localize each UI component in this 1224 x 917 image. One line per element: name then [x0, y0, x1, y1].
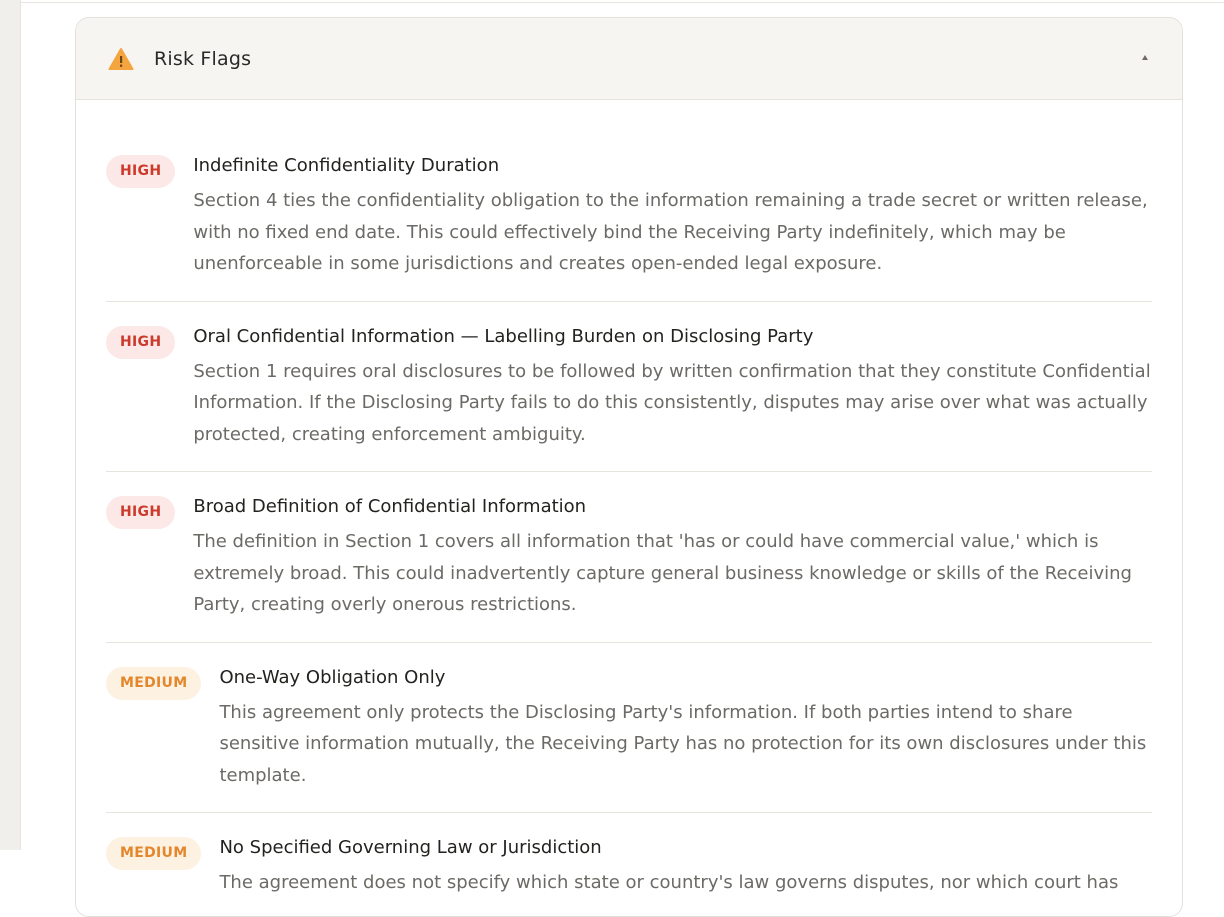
- panel-title: Risk Flags: [154, 47, 252, 70]
- flag-description: The agreement does not specify which sta…: [219, 872, 1119, 893]
- flag-title: No Specified Governing Law or Jurisdicti…: [219, 837, 602, 858]
- top-divider: [21, 0, 1224, 3]
- severity-badge: MEDIUM: [106, 837, 202, 870]
- warning-icon: [108, 47, 134, 71]
- risk-flag-item: HIGH Broad Definition of Confidential In…: [106, 472, 1152, 643]
- risk-flag-list: HIGH Indefinite Confidentiality Duration…: [76, 100, 1182, 916]
- severity-badge: HIGH: [106, 496, 176, 529]
- flag-title: Indefinite Confidentiality Duration: [193, 155, 500, 176]
- risk-flag-item: MEDIUM No Specified Governing Law or Jur…: [106, 813, 1152, 916]
- flag-title: Oral Confidential Information — Labellin…: [193, 325, 814, 347]
- severity-badge: HIGH: [106, 155, 176, 188]
- left-rail: [0, 0, 21, 850]
- flag-title: Broad Definition of Confidential Informa…: [193, 496, 587, 517]
- risk-flag-item: MEDIUM One-Way Obligation Only This agre…: [106, 643, 1152, 813]
- risk-flags-panel: Risk Flags HIGH Indefinite Confidentiali…: [75, 17, 1183, 917]
- risk-flag-item: HIGH Indefinite Confidentiality Duration…: [106, 140, 1152, 302]
- flag-description: The definition in Section 1 covers all i…: [193, 531, 1132, 615]
- chevron-up-icon[interactable]: [1142, 55, 1148, 60]
- flag-description: Section 4 ties the confidentiality oblig…: [193, 190, 1148, 274]
- flag-title: One-Way Obligation Only: [219, 666, 446, 688]
- severity-badge: HIGH: [106, 325, 176, 359]
- severity-badge: MEDIUM: [106, 666, 202, 700]
- flag-description: This agreement only protects the Disclos…: [219, 701, 1147, 786]
- risk-flag-item: HIGH Oral Confidential Information — Lab…: [106, 302, 1152, 472]
- flag-description: Section 1 requires oral disclosures to b…: [193, 360, 1151, 445]
- risk-flags-header[interactable]: Risk Flags: [76, 18, 1182, 100]
